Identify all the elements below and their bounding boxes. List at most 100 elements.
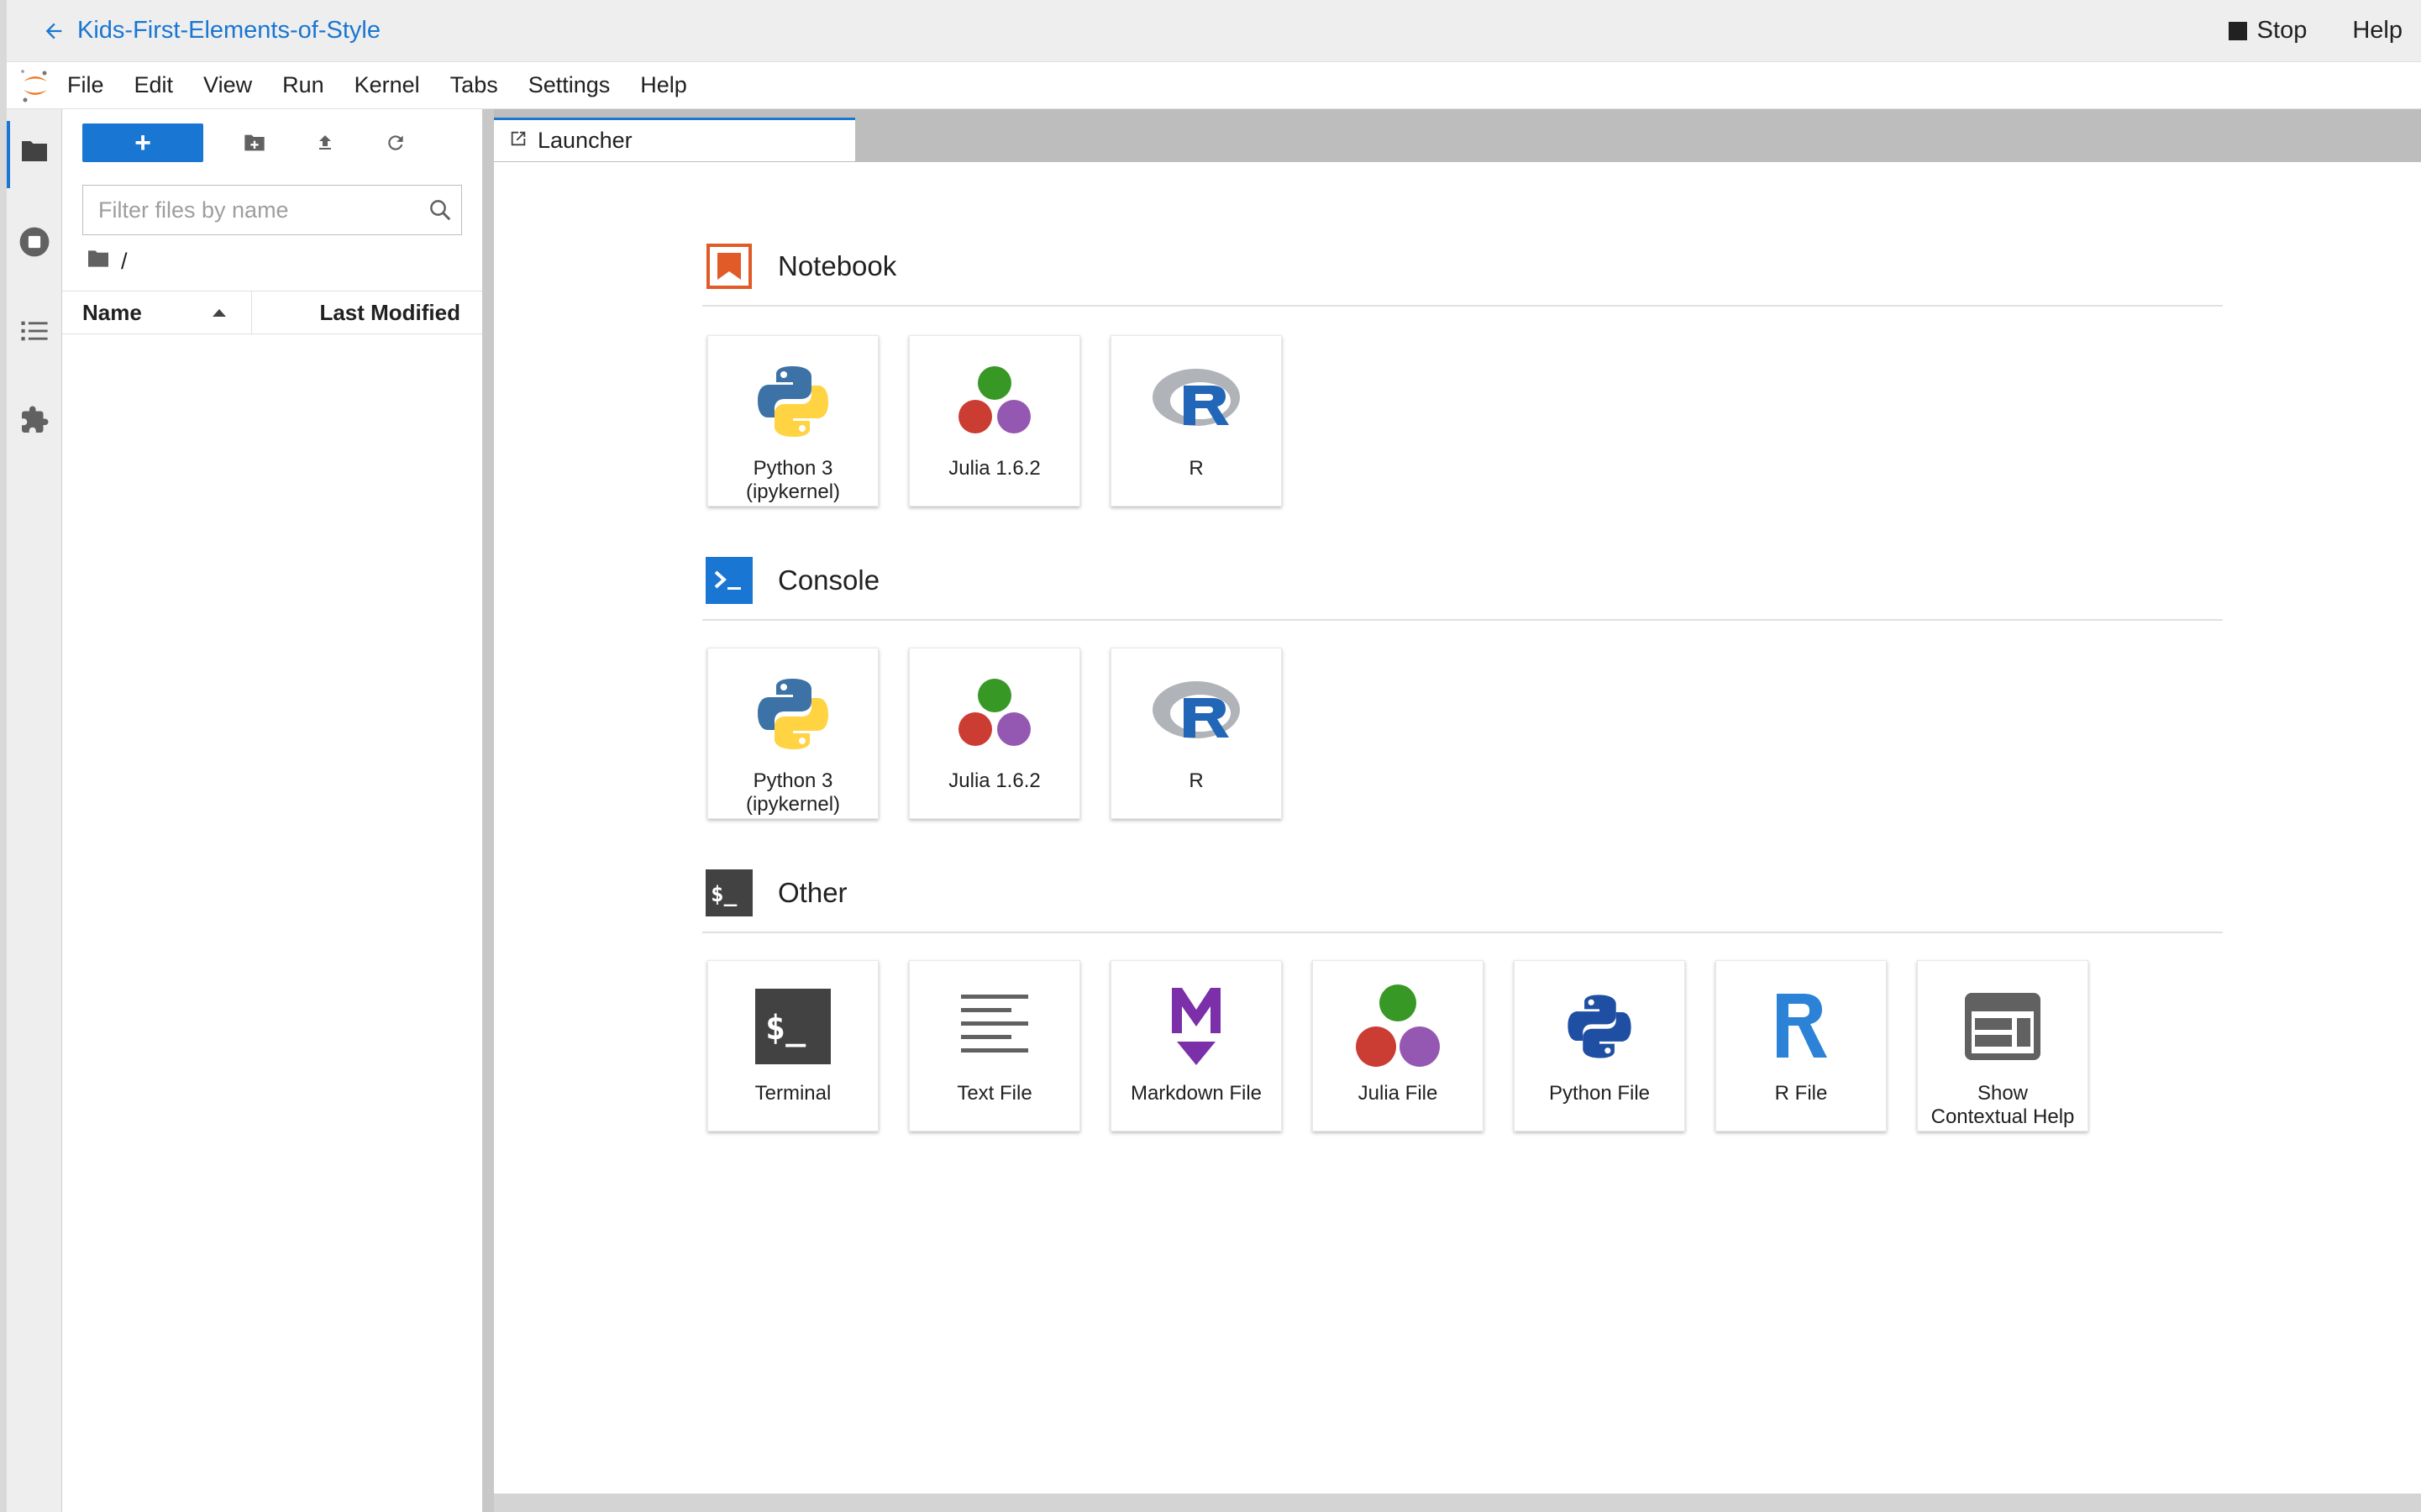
tab-launcher[interactable]: Launcher (494, 118, 855, 161)
console-section-header: Console (706, 557, 880, 604)
upload-icon[interactable] (306, 123, 344, 162)
julia-logo-icon (944, 664, 1045, 764)
console-julia-card[interactable]: Julia 1.6.2 (909, 648, 1080, 819)
menu-edit[interactable]: Edit (119, 72, 189, 98)
r-file-icon (1751, 976, 1851, 1077)
python-file-icon (1549, 976, 1650, 1077)
dock-tab-bar: Launcher (494, 109, 2421, 161)
launcher-tab-icon (509, 128, 528, 154)
console-python3-card[interactable]: Python 3 (ipykernel) (707, 648, 879, 819)
text-file-card[interactable]: Text File (909, 960, 1080, 1131)
r-logo-icon (1146, 664, 1247, 764)
stop-button[interactable]: Stop (2228, 17, 2308, 45)
contextual-help-card[interactable]: Show Contextual Help (1917, 960, 2088, 1131)
card-label: Show Contextual Help (1930, 1082, 2075, 1128)
terminal-icon: $_ (743, 976, 843, 1077)
panel-splitter[interactable] (482, 109, 494, 1512)
terminal-card[interactable]: $_ Terminal (707, 960, 879, 1131)
svg-text:$_: $_ (765, 1009, 806, 1047)
python-file-card[interactable]: Python File (1514, 960, 1685, 1131)
table-of-contents-icon[interactable] (18, 314, 51, 348)
column-last-modified-header[interactable]: Last Modified (252, 300, 482, 326)
sort-ascending-icon (213, 308, 226, 317)
card-label: Text File (957, 1082, 1032, 1105)
card-label: Python File (1548, 1082, 1651, 1105)
card-label: Julia 1.6.2 (948, 769, 1041, 792)
menu-tabs[interactable]: Tabs (435, 72, 513, 98)
other-section-header: $_ Other (706, 869, 848, 916)
other-divider (702, 932, 2223, 933)
new-folder-icon[interactable] (235, 123, 274, 162)
column-name-header[interactable]: Name (62, 291, 252, 333)
file-list-header: Name Last Modified (62, 291, 482, 334)
folder-icon[interactable] (18, 134, 51, 168)
breadcrumb: / (86, 249, 128, 275)
filter-files-input[interactable]: Filter files by name (82, 185, 462, 235)
menu-kernel[interactable]: Kernel (339, 72, 435, 98)
active-indicator (7, 121, 10, 188)
card-label: Python 3 (ipykernel) (745, 769, 841, 816)
breadcrumb-path[interactable]: / (121, 249, 128, 275)
card-label: Julia 1.6.2 (948, 457, 1041, 480)
home-folder-icon[interactable] (86, 249, 111, 275)
card-label: R (1189, 769, 1204, 792)
notebook-r-card[interactable]: R (1111, 335, 1282, 507)
banner-help-link[interactable]: Help (2352, 17, 2403, 45)
menu-bar: File Edit View Run Kernel Tabs Settings … (7, 62, 2421, 109)
launcher-panel: Notebook Python 3 (ipykernel) Julia 1.6.… (494, 161, 2421, 1494)
notebook-icon (706, 244, 752, 289)
julia-logo-icon (944, 351, 1045, 452)
notebook-section-title: Notebook (778, 250, 897, 281)
r-logo-icon (1146, 351, 1247, 452)
julia-file-card[interactable]: Julia File (1312, 960, 1484, 1131)
column-name-label: Name (82, 299, 142, 325)
jupyterlab-window: Kids-First-Elements-of-Style Stop Help F… (0, 0, 2421, 1512)
notebook-julia-card[interactable]: Julia 1.6.2 (909, 335, 1080, 507)
stop-label: Stop (2256, 17, 2308, 44)
status-strip (494, 1494, 2421, 1512)
r-file-card[interactable]: R File (1715, 960, 1887, 1131)
menu-view[interactable]: View (188, 72, 267, 98)
new-launcher-button[interactable]: + (82, 123, 203, 162)
running-sessions-icon[interactable] (18, 225, 51, 259)
notebook-python3-card[interactable]: Python 3 (ipykernel) (707, 335, 879, 507)
jupyter-logo-icon (18, 66, 52, 105)
other-section-title: Other (778, 877, 848, 908)
top-banner: Kids-First-Elements-of-Style Stop Help (7, 0, 2421, 62)
file-browser-toolbar: + (82, 123, 415, 163)
svg-text:$_: $_ (711, 882, 738, 907)
notebook-section-header: Notebook (706, 243, 896, 290)
browser-edge (0, 0, 7, 1512)
text-file-icon (944, 976, 1045, 1077)
julia-logo-icon (1347, 976, 1448, 1077)
file-browser-panel: + Filter files by name / Name Last Modif… (62, 109, 482, 1504)
console-icon (706, 557, 753, 604)
menu-help[interactable]: Help (625, 72, 702, 98)
console-section-title: Console (778, 564, 880, 596)
stop-icon (2228, 21, 2247, 40)
tab-launcher-label: Launcher (538, 128, 633, 153)
filter-placeholder: Filter files by name (98, 197, 289, 223)
python-logo-icon (743, 351, 843, 452)
refresh-icon[interactable] (376, 123, 415, 162)
card-label: Markdown File (1130, 1082, 1263, 1105)
menu-run[interactable]: Run (267, 72, 339, 98)
extension-manager-icon[interactable] (18, 403, 51, 437)
menu-file[interactable]: File (52, 72, 119, 98)
card-label: Julia File (1358, 1082, 1438, 1105)
project-title-link[interactable]: Kids-First-Elements-of-Style (77, 17, 381, 45)
card-label: Terminal (754, 1082, 832, 1105)
terminal-section-icon: $_ (706, 869, 753, 916)
notebook-divider (702, 305, 2223, 307)
left-sidebar-rail (7, 109, 62, 1512)
back-arrow-icon[interactable] (37, 14, 71, 48)
card-label: Python 3 (ipykernel) (745, 457, 841, 503)
markdown-file-card[interactable]: Markdown File (1111, 960, 1282, 1131)
console-r-card[interactable]: R (1111, 648, 1282, 819)
menu-settings[interactable]: Settings (513, 72, 626, 98)
python-logo-icon (743, 664, 843, 764)
card-label: R File (1774, 1082, 1828, 1105)
contextual-help-icon (1952, 976, 2053, 1077)
console-divider (702, 619, 2223, 621)
card-label: R (1189, 457, 1204, 480)
